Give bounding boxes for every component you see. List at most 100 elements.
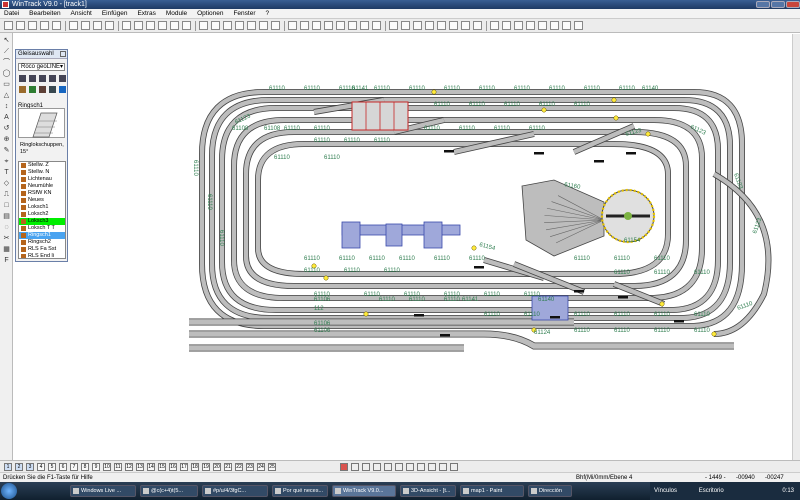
- zoom-all-icon[interactable]: [170, 21, 179, 30]
- signal-marker[interactable]: [444, 150, 454, 153]
- tool-c-icon[interactable]: [514, 21, 523, 30]
- hatch-tool-icon[interactable]: ▤: [2, 213, 11, 221]
- mirror-icon[interactable]: [235, 21, 244, 30]
- nav-play-icon[interactable]: [362, 463, 370, 471]
- 3d-icon[interactable]: [360, 21, 369, 30]
- menu-fenster[interactable]: Fenster: [229, 9, 259, 19]
- settings-icon[interactable]: [389, 21, 398, 30]
- grid-icon[interactable]: [122, 21, 131, 30]
- switch-marker[interactable]: [471, 245, 477, 251]
- catenary-icon[interactable]: [348, 21, 357, 30]
- layers-icon[interactable]: [372, 21, 381, 30]
- page-tab[interactable]: 1: [4, 463, 12, 471]
- page-tab[interactable]: 21: [224, 463, 232, 471]
- switch-marker[interactable]: [323, 275, 329, 281]
- check-icon[interactable]: [401, 21, 410, 30]
- page-tab[interactable]: 24: [257, 463, 265, 471]
- undo-icon[interactable]: [199, 21, 208, 30]
- nav-stop-icon[interactable]: [395, 463, 403, 471]
- diamond-tool-icon[interactable]: ◇: [2, 180, 11, 188]
- text-tool-icon[interactable]: A: [2, 114, 11, 122]
- rotate-icon[interactable]: [223, 21, 232, 30]
- building-icon[interactable]: [19, 86, 26, 93]
- maximize-button[interactable]: [771, 1, 785, 8]
- curve-icon[interactable]: [49, 75, 56, 82]
- track-list-item[interactable]: Neumühle: [19, 183, 65, 190]
- vehicle-icon[interactable]: [49, 86, 56, 93]
- menu-einfuegen[interactable]: Einfügen: [98, 9, 132, 19]
- parts-list-icon[interactable]: [413, 21, 422, 30]
- zoom-window-icon[interactable]: [182, 21, 191, 30]
- tool-f-icon[interactable]: [550, 21, 559, 30]
- track-system-select[interactable]: Roco geoLINE ▾: [18, 63, 65, 71]
- triangle-tool-icon[interactable]: △: [2, 92, 11, 100]
- page-tab[interactable]: 15: [158, 463, 166, 471]
- page-tab[interactable]: 3: [26, 463, 34, 471]
- connector-tool-icon[interactable]: ⎍: [2, 191, 11, 199]
- track-list-item[interactable]: Loksch1: [19, 204, 65, 211]
- target-tool-icon[interactable]: ⌖: [2, 158, 11, 166]
- signal-marker[interactable]: [440, 334, 450, 337]
- page-tab[interactable]: 18: [191, 463, 199, 471]
- paste-icon[interactable]: [93, 21, 102, 30]
- zoom-out-icon[interactable]: [146, 21, 155, 30]
- tray-desktop[interactable]: Escritorio: [699, 488, 724, 494]
- menu-extras[interactable]: Extras: [133, 9, 159, 19]
- track-list-item[interactable]: Loksch2: [19, 211, 65, 218]
- add-tool-icon[interactable]: ⊕: [2, 136, 11, 144]
- switch-marker[interactable]: [363, 311, 369, 317]
- signal-marker[interactable]: [474, 266, 484, 269]
- grid-tool-icon[interactable]: ▦: [2, 246, 11, 254]
- menu-bearbeiten[interactable]: Bearbeiten: [25, 9, 64, 19]
- print-icon[interactable]: [40, 21, 49, 30]
- cut-icon[interactable]: [69, 21, 78, 30]
- panel-close-button[interactable]: [60, 51, 66, 57]
- menu-optionen[interactable]: Optionen: [193, 9, 227, 19]
- label-tool-icon[interactable]: T: [2, 169, 11, 177]
- track-list-item[interactable]: Loksch T T: [19, 225, 65, 232]
- nav-first-icon[interactable]: [340, 463, 348, 471]
- tool-g-icon[interactable]: [562, 21, 571, 30]
- measure-icon[interactable]: [259, 21, 268, 30]
- nav-last-icon[interactable]: [384, 463, 392, 471]
- taskbar-item[interactable]: WinTrack V9.0...: [332, 485, 396, 497]
- track-list-item[interactable]: Ringsch1: [19, 232, 65, 239]
- circle-tool-icon[interactable]: ◯: [2, 70, 11, 78]
- properties-icon[interactable]: [425, 21, 434, 30]
- station-building[interactable]: [385, 223, 403, 247]
- track-list-item[interactable]: RLS End li: [19, 253, 65, 258]
- start-button[interactable]: [1, 483, 17, 499]
- page-tab[interactable]: 7: [70, 463, 78, 471]
- track-surface[interactable]: [189, 331, 734, 349]
- crossing-icon[interactable]: [39, 75, 46, 82]
- pencil-tool-icon[interactable]: ✎: [2, 147, 11, 155]
- page-tab[interactable]: 11: [114, 463, 122, 471]
- taskbar-item[interactable]: map1 - Paint: [460, 485, 524, 497]
- track-list-item[interactable]: Neues: [19, 197, 65, 204]
- track-list[interactable]: Stellw. Z Stellw. N Lichtenau Neumühle RSfW …: [18, 161, 66, 259]
- redo-icon[interactable]: [211, 21, 220, 30]
- layer-icon[interactable]: [288, 21, 297, 30]
- page-tab[interactable]: 20: [213, 463, 221, 471]
- nav-d-icon[interactable]: [439, 463, 447, 471]
- switch-marker[interactable]: [541, 107, 547, 113]
- switch-marker[interactable]: [659, 301, 665, 307]
- page-tab[interactable]: 25: [268, 463, 276, 471]
- page-tab[interactable]: 16: [169, 463, 177, 471]
- page-tab[interactable]: 10: [103, 463, 111, 471]
- copy-icon[interactable]: [81, 21, 90, 30]
- new-icon[interactable]: [4, 21, 13, 30]
- tool-d-icon[interactable]: [526, 21, 535, 30]
- taskbar-item[interactable]: 3D-Ansicht - [t...: [400, 485, 456, 497]
- station-building[interactable]: [423, 221, 443, 249]
- menu-help[interactable]: ?: [261, 9, 273, 19]
- taskbar-item[interactable]: Dirección: [528, 485, 572, 497]
- page-tab[interactable]: 2: [15, 463, 23, 471]
- track-list-item[interactable]: Lichtenau: [19, 176, 65, 183]
- vertical-scrollbar[interactable]: [792, 34, 800, 460]
- track-plan[interactable]: 61110 61110 61110 61110 61110 61110 61110 61110…: [14, 34, 800, 460]
- switch-icon[interactable]: [29, 75, 36, 82]
- track-canvas[interactable]: 61110 61110 61110 61110 61110 61110 61110 61110…: [14, 34, 800, 460]
- track-piece-icon[interactable]: [19, 75, 26, 82]
- taskbar-item[interactable]: Por qué neces...: [272, 485, 328, 497]
